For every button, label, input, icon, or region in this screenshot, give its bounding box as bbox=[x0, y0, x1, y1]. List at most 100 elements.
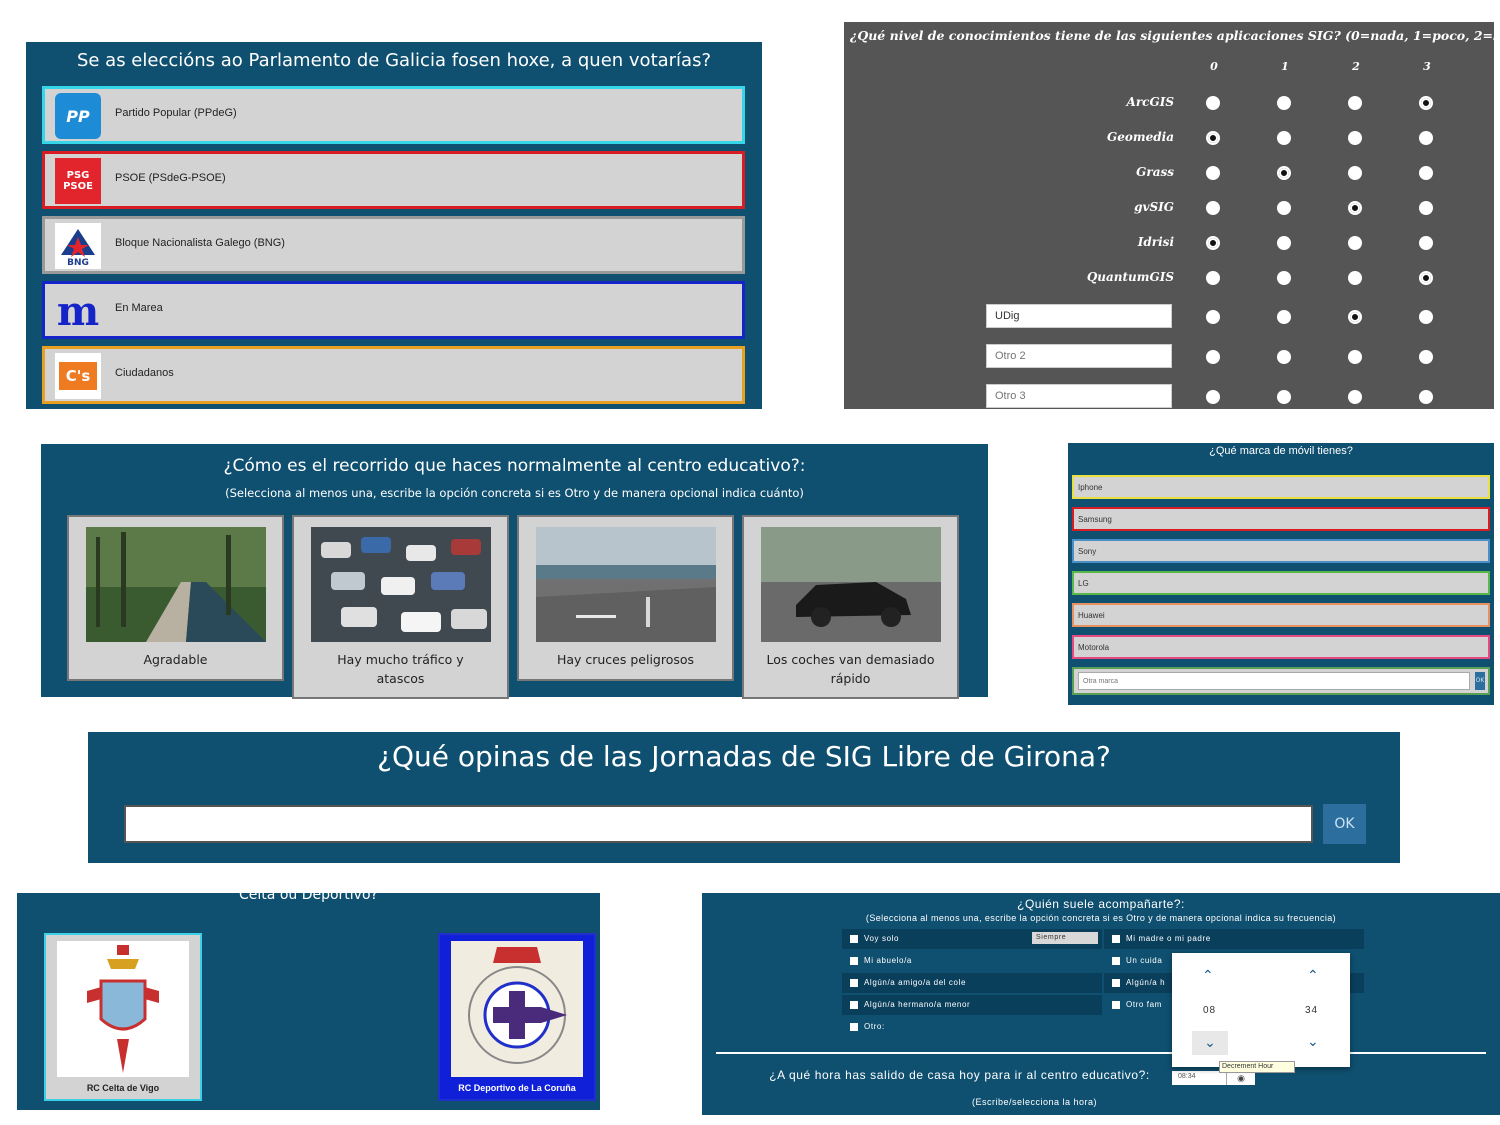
brand-option[interactable]: Samsung bbox=[1072, 507, 1490, 531]
brand-option[interactable]: Huawei bbox=[1072, 603, 1490, 627]
level-radio[interactable] bbox=[1419, 166, 1433, 180]
club-option-celta[interactable]: RC Celta de Vigo bbox=[44, 933, 202, 1101]
level-radio[interactable] bbox=[1348, 131, 1362, 145]
club-name: RC Celta de Vigo bbox=[86, 1083, 160, 1093]
level-radio[interactable] bbox=[1277, 131, 1291, 145]
custom-app-2-input[interactable] bbox=[986, 344, 1172, 368]
route-instructions: (Selecciona al menos una, escribe la opc… bbox=[225, 486, 804, 500]
level-radio[interactable] bbox=[1348, 271, 1362, 285]
level-radio[interactable] bbox=[1419, 236, 1433, 250]
level-radio[interactable] bbox=[1419, 131, 1433, 145]
route-card-pleasant[interactable]: Agradable bbox=[67, 515, 284, 681]
other-brand-ok-button[interactable]: OK bbox=[1475, 672, 1485, 690]
checkbox[interactable] bbox=[850, 1001, 858, 1009]
checkbox[interactable] bbox=[1112, 979, 1120, 987]
level-radio[interactable] bbox=[1348, 166, 1362, 180]
brand-option[interactable]: Motorola bbox=[1072, 635, 1490, 659]
level-radio[interactable] bbox=[1277, 271, 1291, 285]
sig-app-label: ArcGIS bbox=[1126, 95, 1174, 109]
companion-label: Voy solo bbox=[864, 934, 900, 943]
level-radio[interactable] bbox=[1348, 201, 1362, 215]
checkbox-checked[interactable] bbox=[850, 935, 858, 943]
checkbox[interactable] bbox=[850, 957, 858, 965]
checkbox[interactable] bbox=[1112, 1001, 1120, 1009]
checkbox[interactable] bbox=[850, 1023, 858, 1031]
route-card-speeding[interactable]: Los coches van demasiado rápido bbox=[742, 515, 959, 699]
level-radio[interactable] bbox=[1206, 166, 1220, 180]
level-radio[interactable] bbox=[1277, 350, 1291, 364]
eye-icon[interactable]: ◉ bbox=[1226, 1071, 1255, 1085]
brand-option[interactable]: Iphone bbox=[1072, 475, 1490, 499]
level-radio[interactable] bbox=[1206, 350, 1220, 364]
column-header: 3 bbox=[1423, 60, 1431, 73]
option-pp[interactable]: PP Partido Popular (PPdeG) bbox=[42, 86, 745, 144]
hour-value[interactable]: 08 bbox=[1203, 1005, 1216, 1016]
level-radio[interactable] bbox=[1348, 390, 1362, 404]
level-radio[interactable] bbox=[1277, 166, 1291, 180]
level-radio[interactable] bbox=[1206, 201, 1220, 215]
brand-other-row: OK bbox=[1072, 667, 1490, 695]
ok-button[interactable]: OK bbox=[1323, 804, 1366, 844]
level-radio[interactable] bbox=[1277, 390, 1291, 404]
decrement-minute-icon[interactable]: ⌄ bbox=[1307, 1033, 1319, 1050]
custom-app-1-input[interactable] bbox=[986, 304, 1172, 328]
level-radio[interactable] bbox=[1206, 96, 1220, 110]
bng-logo: BNG bbox=[55, 223, 101, 269]
pp-logo: PP bbox=[55, 93, 101, 139]
companion-label: Otro fam bbox=[1126, 1000, 1162, 1009]
companion-label: Mi abuelo/a bbox=[864, 956, 912, 965]
level-radio[interactable] bbox=[1206, 310, 1220, 324]
decrement-hour-icon[interactable]: ⌄ bbox=[1192, 1031, 1228, 1055]
companion-option-friend[interactable]: Algún/a amigo/a del cole bbox=[842, 973, 1102, 993]
level-radio[interactable] bbox=[1277, 201, 1291, 215]
level-radio[interactable] bbox=[1419, 310, 1433, 324]
checkbox[interactable] bbox=[850, 979, 858, 987]
route-card-traffic[interactable]: Hay mucho tráfico y atascos bbox=[292, 515, 509, 699]
level-radio[interactable] bbox=[1348, 96, 1362, 110]
level-radio[interactable] bbox=[1419, 350, 1433, 364]
companion-option-parent[interactable]: Mi madre o mi padre bbox=[1104, 929, 1364, 949]
level-radio[interactable] bbox=[1348, 236, 1362, 250]
level-radio[interactable] bbox=[1419, 390, 1433, 404]
level-radio[interactable] bbox=[1206, 236, 1220, 250]
checkbox[interactable] bbox=[1112, 935, 1120, 943]
option-psoe[interactable]: PSG PSOE PSOE (PSdeG-PSOE) bbox=[42, 151, 745, 209]
route-card-caption: Hay cruces peligrosos bbox=[556, 652, 695, 667]
companion-option-other[interactable]: Otro: bbox=[842, 1017, 1102, 1037]
route-card-caption: Los coches van demasiado rápido bbox=[766, 652, 935, 686]
crossroad-image bbox=[536, 527, 716, 642]
route-card-crossings[interactable]: Hay cruces peligrosos bbox=[517, 515, 734, 681]
companion-option-alone[interactable]: Voy solo Siempre bbox=[842, 929, 1102, 949]
custom-app-3-input[interactable] bbox=[986, 384, 1172, 408]
level-radio[interactable] bbox=[1277, 236, 1291, 250]
level-radio[interactable] bbox=[1419, 201, 1433, 215]
increment-minute-icon[interactable]: ⌃ bbox=[1307, 967, 1319, 984]
checkbox[interactable] bbox=[1112, 957, 1120, 965]
frequency-select[interactable]: Siempre bbox=[1032, 932, 1098, 944]
option-bng[interactable]: BNG Bloque Nacionalista Galego (BNG) bbox=[42, 216, 745, 274]
option-en-marea[interactable]: m En Marea bbox=[42, 281, 745, 339]
level-radio[interactable] bbox=[1277, 310, 1291, 324]
deportivo-crest bbox=[451, 941, 583, 1077]
option-ciudadanos[interactable]: C's Ciudadanos bbox=[42, 346, 745, 404]
level-radio[interactable] bbox=[1277, 96, 1291, 110]
level-radio[interactable] bbox=[1419, 271, 1433, 285]
club-option-deportivo[interactable]: RC Deportivo de La Coruña bbox=[438, 933, 596, 1101]
opinion-input[interactable] bbox=[124, 805, 1313, 843]
level-radio[interactable] bbox=[1206, 131, 1220, 145]
minute-value[interactable]: 34 bbox=[1305, 1005, 1318, 1016]
level-radio[interactable] bbox=[1348, 310, 1362, 324]
phone-brand-panel: ¿Qué marca de móvil tienes? Iphone Samsu… bbox=[1068, 443, 1494, 705]
time-input[interactable]: 08:34 bbox=[1172, 1071, 1226, 1085]
opinion-panel: ¿Qué opinas de las Jornadas de SIG Libre… bbox=[88, 732, 1400, 863]
increment-hour-icon[interactable]: ⌃ bbox=[1202, 967, 1214, 984]
level-radio[interactable] bbox=[1348, 350, 1362, 364]
brand-option[interactable]: LG bbox=[1072, 571, 1490, 595]
level-radio[interactable] bbox=[1206, 390, 1220, 404]
brand-option[interactable]: Sony bbox=[1072, 539, 1490, 563]
level-radio[interactable] bbox=[1419, 96, 1433, 110]
other-brand-input[interactable] bbox=[1078, 672, 1470, 690]
companion-option-sibling[interactable]: Algún/a hermano/a menor bbox=[842, 995, 1102, 1015]
companion-option-grandparent[interactable]: Mi abuelo/a bbox=[842, 951, 1102, 971]
level-radio[interactable] bbox=[1206, 271, 1220, 285]
